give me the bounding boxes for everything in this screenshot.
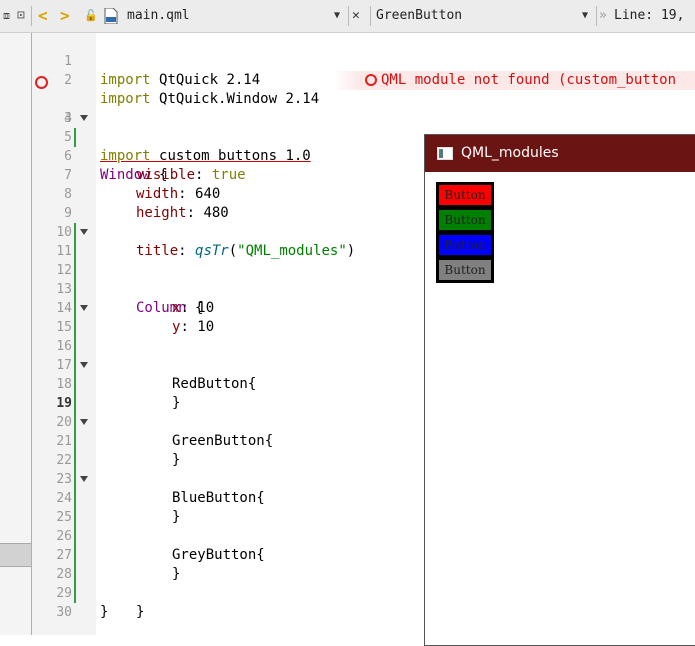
fold-arrow-icon[interactable] [80,476,88,482]
chevron-left-icon[interactable]: < [38,0,48,32]
window-titlebar[interactable]: QML_modules [425,135,695,172]
error-icon[interactable] [35,76,48,89]
sidebar-toggle-icon[interactable]: ⊡ [17,0,25,32]
qml-file-icon [104,0,120,32]
window-title: QML_modules [461,145,559,161]
symbol-selector[interactable]: GreenButton [376,0,462,32]
toolbar-divider [596,6,597,26]
code-line: 4 [0,90,695,126]
code-line: 5 Window { [0,109,695,183]
fold-arrow-icon[interactable] [80,419,88,425]
code-line-error: 3 import custom buttons 1.0 QML module n… [0,71,695,164]
grey-button[interactable]: Button [436,257,494,283]
lock-icon[interactable]: 🔓 [84,0,98,32]
toolbar-divider [31,6,32,26]
blue-button[interactable]: Button [436,232,494,258]
fold-arrow-icon[interactable] [80,305,88,311]
chevron-right-icon[interactable]: > [60,0,70,32]
cursor-position: Line: 19, [614,8,685,23]
file-dropdown-icon[interactable]: ▼ [334,0,340,32]
code-text: } [100,604,109,620]
split-icon[interactable]: ⧈ [3,0,10,32]
red-button[interactable]: Button [436,182,494,208]
symbol-dropdown-icon[interactable]: ▼ [582,0,588,32]
app-window-icon [437,147,453,160]
overflow-icon[interactable]: » [599,0,607,32]
code-line: 2 import QtQuick.Window 2.14 [0,52,695,107]
line-number: 30 [56,605,72,620]
code-line: 1 import QtQuick 2.14 [0,33,695,88]
fold-arrow-icon[interactable] [80,362,88,368]
qml-preview-window: QML_modules Button Button Button Button [424,134,695,646]
editor-toolbar: ⧈ ⊡ < > 🔓 main.qml ▼ ✕ GreenButton ▼ » L… [0,0,695,33]
close-icon[interactable]: ✕ [352,0,360,32]
fold-arrow-icon[interactable] [80,229,88,235]
toolbar-divider [348,6,349,26]
error-icon [365,74,377,86]
inline-error-message[interactable]: QML module not found (custom_button [333,71,695,90]
fold-arrow-icon[interactable] [80,115,88,121]
green-button[interactable]: Button [436,207,494,233]
code-text: } [136,604,145,620]
toolbar-divider [370,6,371,26]
file-name[interactable]: main.qml [127,0,190,32]
